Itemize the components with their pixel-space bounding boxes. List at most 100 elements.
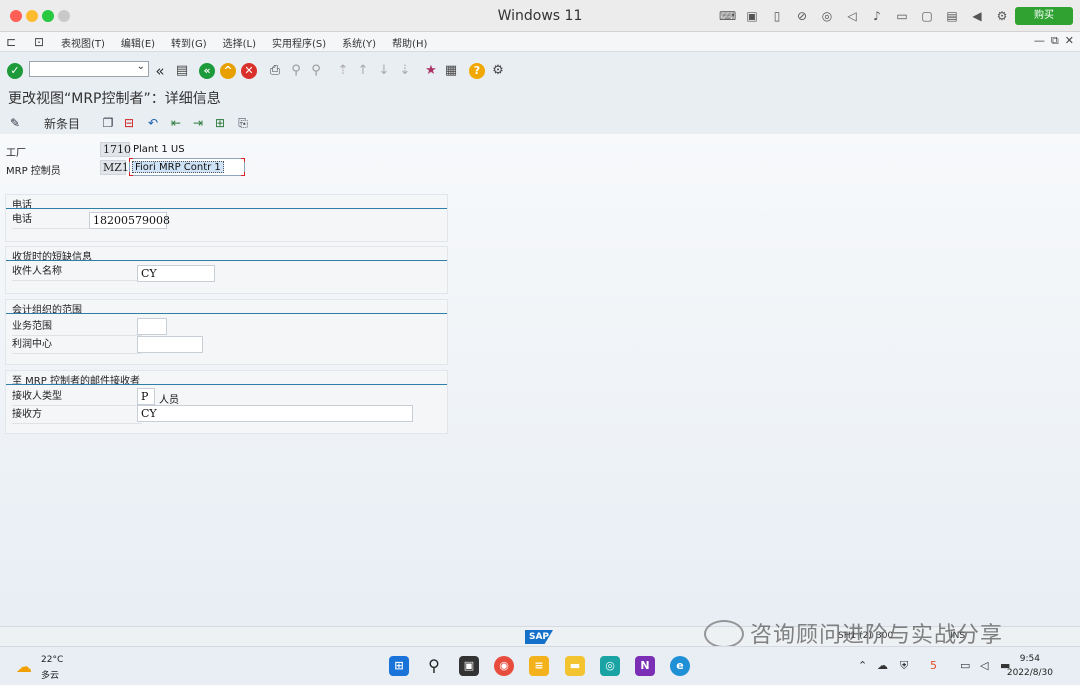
- group-divider: [6, 260, 447, 261]
- new-entries-button[interactable]: 新条目: [44, 115, 80, 132]
- delete-icon[interactable]: ⊟: [121, 115, 137, 131]
- copy-icon[interactable]: ❐: [100, 115, 116, 131]
- plant-label: 工厂: [6, 148, 26, 159]
- print-view-icon[interactable]: ⎘: [235, 115, 251, 131]
- business-area-label: 业务范围: [12, 318, 142, 336]
- previous-entry-icon[interactable]: ⇤: [168, 115, 184, 131]
- globe-icon[interactable]: ◎: [819, 8, 835, 24]
- windows-start-icon[interactable]: ⊞: [389, 656, 409, 676]
- photos-app-icon[interactable]: ◉: [494, 656, 514, 676]
- buy-button[interactable]: 购买: [1015, 7, 1073, 25]
- sap-menubar: ⊏ ⊡ 表视图(T) 编辑(E) 转到(G) 选择(L) 实用程序(S) 系统(…: [0, 32, 1080, 52]
- last-page-icon: ⇣: [399, 63, 411, 78]
- enter-check-icon[interactable]: ✓: [7, 63, 23, 79]
- html5-icon[interactable]: 5: [930, 659, 937, 672]
- drive-icon[interactable]: ▭: [894, 8, 910, 24]
- camera-icon[interactable]: ▢: [919, 8, 935, 24]
- clock-date[interactable]: 2022/8/30: [1007, 668, 1053, 678]
- plant-name-text: Plant 1 US: [133, 144, 185, 155]
- clock-time[interactable]: 9:54: [1020, 654, 1040, 664]
- phone-input[interactable]: 18200579008: [89, 212, 170, 229]
- business-area-input[interactable]: [137, 318, 167, 335]
- onenote-icon[interactable]: N: [635, 656, 655, 676]
- shield-icon[interactable]: ⛨: [900, 659, 908, 673]
- plant-code-field: 1710: [100, 142, 131, 157]
- weather-temperature[interactable]: 22°C: [41, 655, 63, 665]
- cancel-icon[interactable]: ✕: [241, 63, 257, 79]
- customize-layout-icon[interactable]: ⚙: [490, 63, 506, 79]
- microphone-icon[interactable]: ♪: [869, 8, 885, 24]
- table-menu-icon[interactable]: ⊡: [34, 35, 44, 49]
- vm-toolbar: ⌨ ▣ ▯ ⊘ ◎ ◁ ♪ ▭ ▢ ▤ ◀ ⚙: [719, 8, 1010, 24]
- recipient-type-input[interactable]: P: [137, 388, 155, 405]
- menu-select[interactable]: 选择(L): [223, 35, 256, 50]
- exit-icon[interactable]: ^: [220, 63, 236, 79]
- chevron-up-icon[interactable]: ⌃: [858, 659, 867, 672]
- network-icon[interactable]: ▭: [960, 659, 970, 672]
- no-camera-icon[interactable]: ⊘: [794, 8, 810, 24]
- chevron-down-icon[interactable]: ⌄: [137, 61, 145, 72]
- keyboard-icon[interactable]: ⌨: [719, 8, 736, 24]
- screenshot-icon[interactable]: ▤: [944, 8, 960, 24]
- chat-app-icon[interactable]: ◎: [600, 656, 620, 676]
- restore-icon[interactable]: ⧉: [1051, 34, 1059, 48]
- watermark-text: 咨询顾问进阶与实战分享: [750, 623, 1004, 648]
- onedrive-cloud-icon[interactable]: ☁: [877, 659, 888, 672]
- menu-table-view[interactable]: 表视图(T): [61, 35, 105, 50]
- undo-icon[interactable]: ↶: [145, 115, 161, 131]
- recipient-input[interactable]: CY: [137, 405, 413, 422]
- profit-center-label: 利润中心: [12, 336, 142, 354]
- recipient-type-label: 接收人类型: [12, 388, 142, 406]
- mrp-controller-name-input[interactable]: Fiori MRP Contr 1: [129, 158, 245, 176]
- find-next-icon: ⚲: [311, 63, 321, 78]
- edge-browser-icon[interactable]: e: [670, 656, 690, 676]
- recipient-name-input[interactable]: CY: [137, 265, 215, 282]
- new-session-icon[interactable]: ★: [423, 63, 439, 79]
- menu-edit[interactable]: 编辑(E): [121, 35, 155, 50]
- volume-icon[interactable]: ◁: [980, 659, 988, 672]
- display-change-icon[interactable]: ✎: [7, 115, 23, 131]
- back-icon[interactable]: «: [199, 63, 215, 79]
- phone-group: 电话 电话 18200579008: [5, 194, 448, 242]
- usb-icon[interactable]: ▯: [769, 8, 785, 24]
- profit-center-input[interactable]: [137, 336, 203, 353]
- group-divider: [6, 384, 447, 385]
- minimize-icon[interactable]: —: [1034, 34, 1045, 48]
- menu-utilities[interactable]: 实用程序(S): [272, 35, 326, 50]
- mrp-controller-name-selected: Fiori MRP Contr 1: [132, 161, 224, 173]
- help-icon[interactable]: ?: [469, 63, 485, 79]
- select-all-icon[interactable]: ⊞: [212, 115, 228, 131]
- command-field[interactable]: ⌄: [29, 61, 149, 77]
- menu-system[interactable]: 系统(Y): [342, 35, 376, 50]
- close-icon[interactable]: ✕: [1065, 34, 1074, 48]
- focus-corner: [129, 172, 133, 176]
- search-icon[interactable]: ⚲: [424, 656, 444, 676]
- detail-content: 工厂 1710 Plant 1 US MRP 控制员 MZ1 Fiori MRP…: [0, 134, 1080, 626]
- cpu-icon[interactable]: ▣: [744, 8, 760, 24]
- find-icon: ⚲: [291, 63, 301, 78]
- sap-logo: SAP: [525, 630, 553, 644]
- speaker-icon[interactable]: ◁: [844, 8, 860, 24]
- menu-items: 表视图(T) 编辑(E) 转到(G) 选择(L) 实用程序(S) 系统(Y) 帮…: [61, 35, 427, 50]
- save-icon[interactable]: ▤: [174, 63, 190, 79]
- weather-description[interactable]: 多云: [41, 668, 59, 681]
- arrow-left-icon[interactable]: ◀: [969, 8, 985, 24]
- settings-gear-icon[interactable]: ⚙: [994, 8, 1010, 24]
- print-icon[interactable]: ⎙: [267, 63, 283, 79]
- exit-menu-icon[interactable]: ⊏: [6, 35, 16, 49]
- mrp-controller-code-field: MZ1: [100, 160, 129, 175]
- double-chevron-left-icon[interactable]: «: [152, 63, 168, 79]
- accounting-scope-group: 会计组织的范围 业务范围 利润中心: [5, 299, 448, 365]
- menu-help[interactable]: 帮助(H): [392, 35, 427, 50]
- file-explorer-icon[interactable]: ▬: [565, 656, 585, 676]
- menu-goto[interactable]: 转到(G): [171, 35, 207, 50]
- recipient-type-text: 人员: [159, 395, 179, 406]
- windows-taskbar: ☁ 22°C 多云 ⊞ ⚲ ▣ ◉ ≡ ▬ ◎ N e ⌃ ☁ ⛨ 5 ▭ ◁ …: [0, 646, 1080, 685]
- next-entry-icon[interactable]: ⇥: [190, 115, 206, 131]
- shortcut-icon[interactable]: ▦: [443, 63, 459, 79]
- title-bar: Windows 11 ⌨ ▣ ▯ ⊘ ◎ ◁ ♪ ▭ ▢ ▤ ◀ ⚙ 购买: [0, 0, 1080, 32]
- standard-toolbar: ✓ ⌄ « ▤ « ^ ✕ ⎙ ⚲ ⚲ ⇡ ↑ ↓ ⇣ ★ ▦ ? ⚙: [0, 58, 1080, 86]
- task-view-icon[interactable]: ▣: [459, 656, 479, 676]
- weather-cloud-sun-icon[interactable]: ☁: [16, 657, 32, 676]
- sap-logon-icon[interactable]: ≡: [529, 656, 549, 676]
